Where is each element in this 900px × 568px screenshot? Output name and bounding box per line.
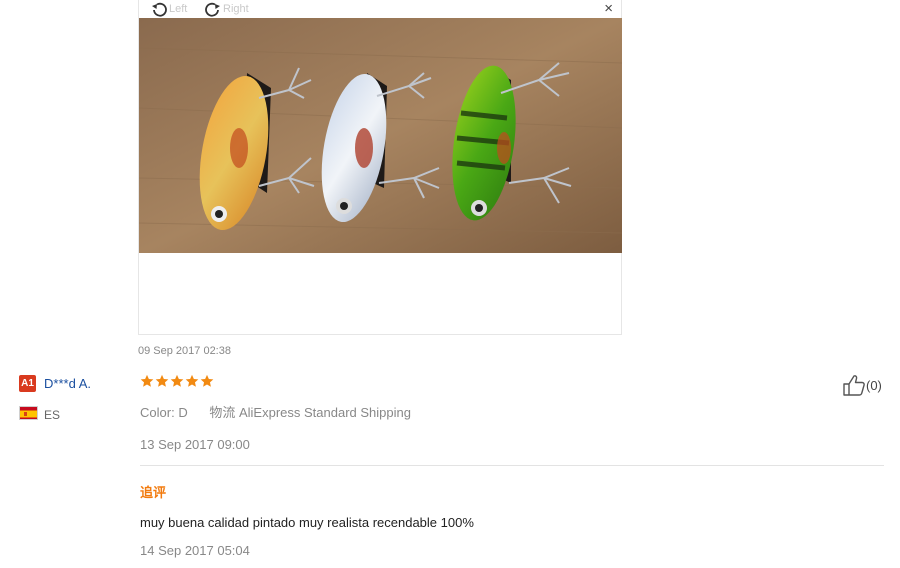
followup-date: 14 Sep 2017 05:04 [140, 543, 250, 558]
helpful-count: (0) [866, 377, 882, 393]
buyer-level-badge: A1 [19, 375, 36, 392]
reviewer-country: ES [44, 408, 61, 422]
rotate-right-label: Right [223, 3, 249, 15]
close-viewer-button[interactable]: × [604, 1, 613, 17]
divider [140, 465, 884, 466]
followup-heading: 追评 [140, 485, 167, 500]
review-photo [139, 18, 622, 253]
followup-text: muy buena calidad pintado muy realista r… [140, 515, 474, 530]
thumbs-up-icon [843, 375, 865, 396]
star-icon [185, 374, 199, 387]
image-viewer: Left Right × [138, 0, 622, 335]
rotate-right-icon [205, 2, 220, 17]
color-label: Color: [140, 405, 175, 420]
helpful-button[interactable]: (0) [842, 374, 882, 396]
shipping-method: AliExpress Standard Shipping [238, 405, 411, 420]
rotate-left-icon [152, 2, 167, 17]
spain-flag-icon [19, 406, 38, 420]
rotate-left-label: Left [169, 3, 188, 15]
reviewer-name: D***d A. [44, 376, 91, 391]
star-icon [170, 374, 184, 387]
shipping-prefix: 物流 [209, 405, 236, 420]
photo-date: 09 Sep 2017 02:38 [138, 345, 231, 357]
star-rating [140, 374, 214, 388]
rotate-right-button[interactable]: Right [203, 1, 249, 17]
rotate-left-button[interactable]: Left [149, 1, 187, 17]
color-value: D [178, 405, 188, 420]
review-date: 13 Sep 2017 09:00 [140, 437, 250, 452]
star-icon [155, 374, 169, 387]
star-icon [140, 374, 154, 387]
order-info: Color: D 物流 AliExpress Standard Shipping [140, 402, 411, 421]
star-icon [200, 374, 214, 387]
viewer-toolbar: Left Right × [139, 0, 623, 18]
